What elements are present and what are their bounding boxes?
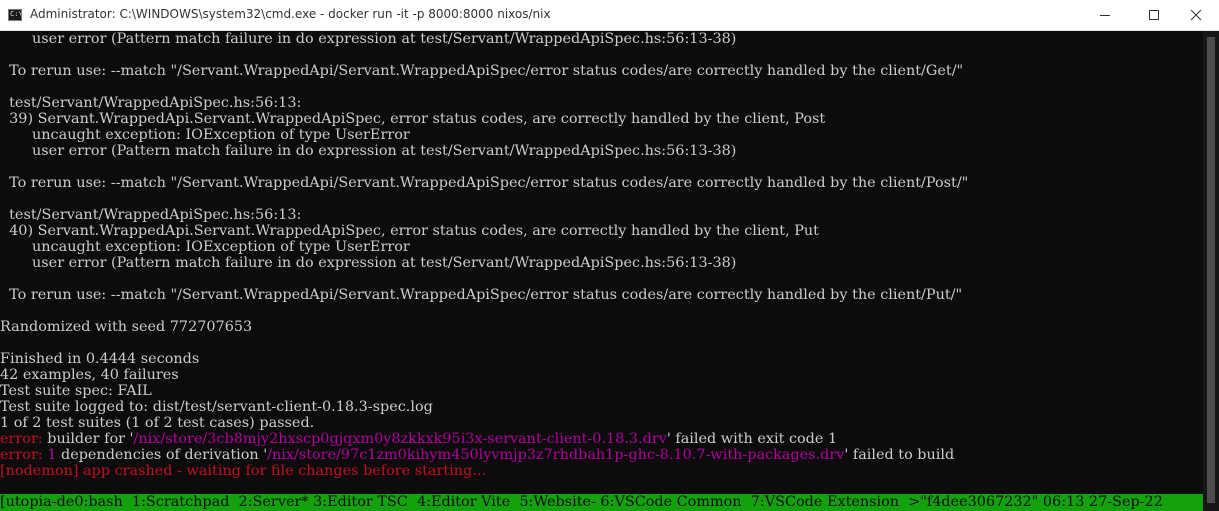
minimize-button[interactable] [1082, 0, 1128, 30]
terminal-line: 40) Servant.WrappedApi.Servant.WrappedAp… [0, 223, 819, 239]
error-prefix: error: [0, 447, 43, 463]
terminal-line: 1 of 2 test suites (1 of 2 test cases) p… [0, 415, 315, 431]
terminal-line: user error (Pattern match failure in do … [0, 255, 737, 271]
error-text: builder for ' [42, 431, 134, 447]
terminal-line: 39) Servant.WrappedApi.Servant.WrappedAp… [0, 111, 826, 127]
vertical-scrollbar[interactable] [1203, 31, 1219, 511]
terminal-line: Randomized with seed 772707653 [0, 319, 253, 335]
scrollbar-thumb[interactable] [1207, 37, 1215, 503]
terminal-line: Test suite logged to: dist/test/servant-… [0, 399, 433, 415]
terminal-line: user error (Pattern match failure in do … [0, 31, 737, 47]
terminal-line: 42 examples, 40 failures [0, 367, 179, 383]
cmd-icon: C:\_ [8, 9, 22, 21]
maximize-icon [1149, 10, 1159, 20]
error-dependency-line: error: 1 dependencies of derivation '/ni… [0, 447, 1203, 463]
error-text: ' failed to build [844, 447, 955, 463]
terminal-line: Finished in 0.4444 seconds [0, 351, 200, 367]
error-text: ' failed with exit code 1 [666, 431, 838, 447]
terminal-line: uncaught exception: IOException of type … [0, 239, 410, 255]
terminal-line: test/Servant/WrappedApiSpec.hs:56:13: [0, 207, 302, 223]
terminal-line: uncaught exception: IOException of type … [0, 127, 410, 143]
minimize-icon [1100, 15, 1110, 16]
window-title: Administrator: C:\WINDOWS\system32\cmd.e… [30, 7, 551, 21]
tmux-status-bar[interactable]: [utopia-de0:bash 1:Scratchpad 2:Server* … [0, 494, 1203, 511]
maximize-button[interactable] [1131, 0, 1177, 30]
store-path: /nix/store/3cb8mjy2hxscp0gjqxm0y8zkkxk95… [133, 431, 667, 447]
terminal-output[interactable]: user error (Pattern match failure in do … [0, 31, 1203, 511]
terminal-line: To rerun use: --match "/Servant.WrappedA… [0, 175, 969, 191]
nodemon-crash-line: [nodemon] app crashed - waiting for file… [0, 463, 486, 479]
terminal-line: To rerun use: --match "/Servant.WrappedA… [0, 63, 964, 79]
terminal-line: To rerun use: --match "/Servant.WrappedA… [0, 287, 963, 303]
close-button[interactable] [1173, 0, 1219, 30]
error-prefix: error: [0, 431, 43, 447]
close-icon [1190, 9, 1202, 21]
window-titlebar[interactable]: C:\_ Administrator: C:\WINDOWS\system32\… [0, 0, 1219, 31]
error-text: dependencies of derivation ' [56, 447, 268, 463]
terminal-line: test/Servant/WrappedApiSpec.hs:56:13: [0, 95, 302, 111]
error-builder-line: error: builder for '/nix/store/3cb8mjy2h… [0, 431, 1203, 447]
terminal-line: user error (Pattern match failure in do … [0, 143, 737, 159]
store-path: /nix/store/97c1zm0kihym450lyvmjp3z7rhdba… [267, 447, 845, 463]
dependency-count: 1 [42, 447, 57, 463]
terminal-line: Test suite spec: FAIL [0, 383, 152, 399]
